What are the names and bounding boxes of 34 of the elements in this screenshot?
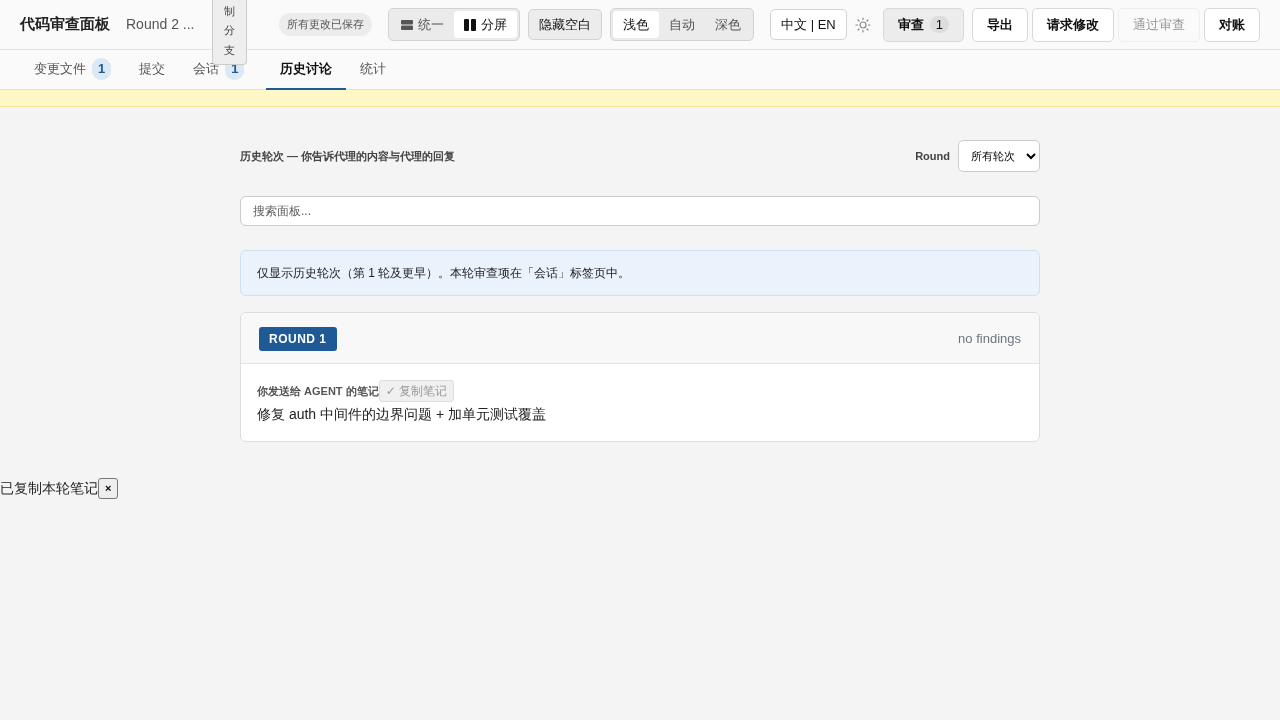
branch-button[interactable]: 制分支 (212, 0, 247, 65)
round-label: Round 2 ... (126, 15, 195, 34)
app-title: 代码审查面板 (20, 14, 110, 35)
note-text: 修复 auth 中间件的边界问题 + 加单元测试覆盖 (257, 405, 547, 424)
round-badge: ROUND 1 (259, 327, 337, 351)
save-status: 所有更改已保存 (279, 13, 373, 36)
rows-icon (401, 18, 414, 31)
review-button[interactable]: 审查 1 (882, 7, 964, 42)
tab[interactable]: 提交 (125, 50, 180, 90)
language-button[interactable]: 中文 | EN (770, 8, 847, 41)
round-summary: no findings (958, 330, 1021, 349)
theme-button[interactable]: 深色 (705, 10, 752, 39)
action-button[interactable]: 请求修改 (1032, 7, 1114, 42)
theme-button[interactable]: 自动 (659, 10, 706, 39)
count-badge: 1 (92, 58, 112, 80)
filter-label: Round (915, 148, 950, 164)
tab[interactable]: 变更文件 1 (20, 50, 126, 90)
hide-whitespace-button[interactable]: 隐藏空白 (528, 8, 603, 41)
toast-message: 已复制本轮笔记 (0, 479, 98, 498)
note-label: 你发送给 AGENT 的笔记 (257, 383, 379, 399)
info-message: 仅显示历史轮次（第 1 轮及更早）。本轮审查项在「会话」标签页中。 (240, 250, 1040, 296)
tab[interactable]: 统计 (346, 50, 401, 90)
sun-icon[interactable] (854, 16, 871, 33)
section-heading: 历史轮次 — 你告诉代理的内容与代理的回复 (240, 148, 456, 164)
count-badge: 1 (929, 15, 949, 33)
columns-icon (464, 18, 477, 31)
close-button[interactable]: × (98, 478, 119, 499)
view-mode-button[interactable]: 统一 (391, 10, 455, 39)
search-field[interactable]: 搜索面板... (240, 196, 1040, 226)
round-select[interactable]: 所有轮次 (958, 140, 1040, 172)
action-button[interactable]: 导出 (972, 7, 1028, 42)
theme-button[interactable]: 浅色 (613, 10, 660, 39)
view-mode-button[interactable]: 分屏 (454, 10, 518, 39)
action-button[interactable]: 对账 (1204, 7, 1260, 42)
